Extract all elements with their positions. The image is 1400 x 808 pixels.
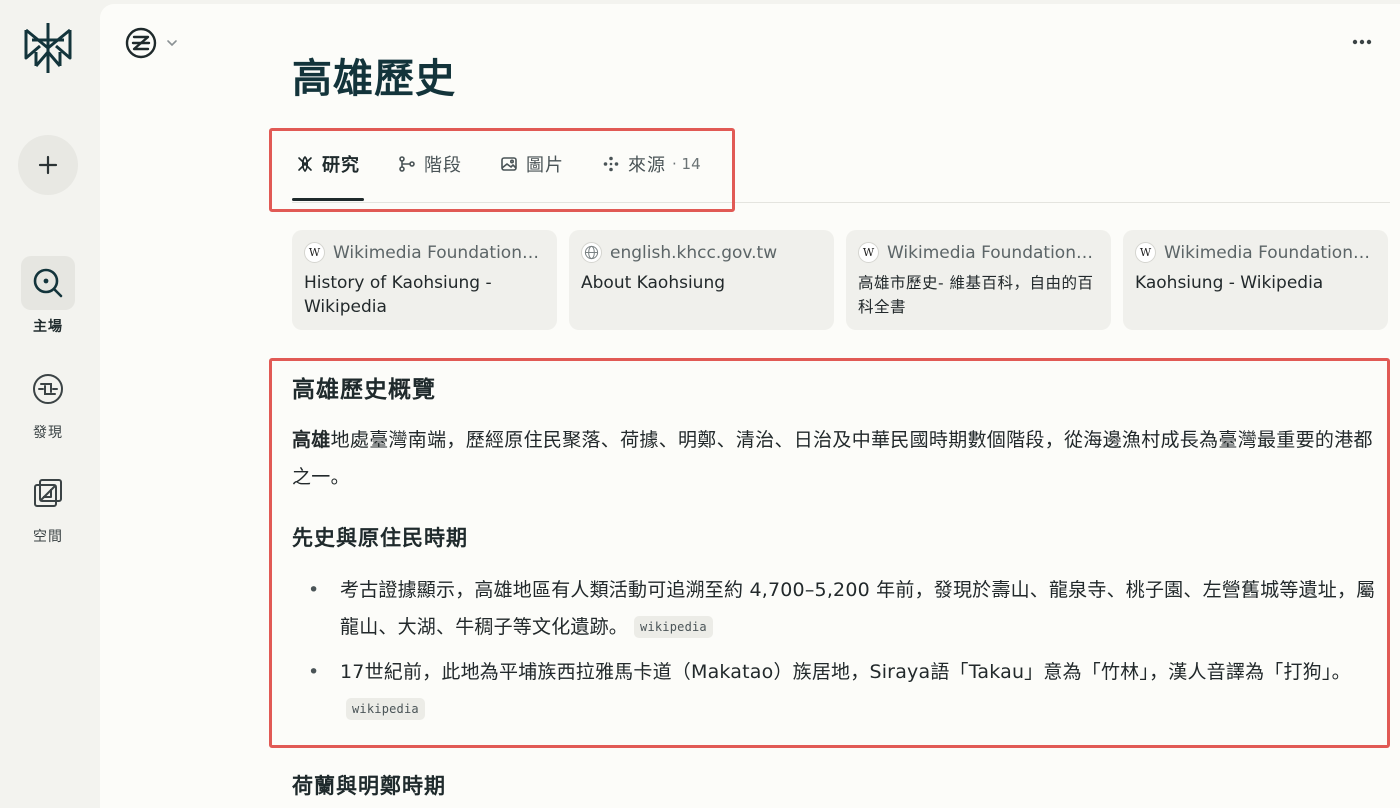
source-card[interactable]: W Wikimedia Foundation,... 高雄市歷史- 維基百科，自…: [846, 230, 1111, 330]
source-site: english.khcc.gov.tw: [610, 242, 778, 263]
plus-icon: [38, 155, 58, 175]
chevron-down-icon: [167, 40, 177, 47]
new-thread-button[interactable]: [18, 135, 78, 195]
perplexity-logo-icon[interactable]: [22, 20, 74, 76]
source-title: 高雄市歷史- 維基百科，自由的百科全書: [858, 274, 1094, 316]
nav-discover-label: 發現: [33, 425, 63, 441]
more-options-button[interactable]: [1352, 30, 1372, 49]
nav-home[interactable]: 主場: [0, 256, 96, 336]
highlight-box-content: [269, 358, 1390, 748]
nav-spaces-label: 空間: [33, 529, 63, 545]
source-site: Wikimedia Foundation,...: [1164, 242, 1374, 263]
source-card[interactable]: english.khcc.gov.tw About Kaohsiung: [569, 230, 834, 330]
source-site: Wikimedia Foundation,...: [887, 242, 1097, 263]
highlight-box-tabs: [269, 128, 735, 212]
app-window: 主場 發現 空間 高雄歷史 研究 階段 圖片 來源 · 14 W Wikimed…: [0, 0, 1400, 808]
discover-icon: [21, 362, 75, 416]
source-card[interactable]: W Wikimedia Foundation,... Kaohsiung - W…: [1123, 230, 1388, 330]
nav-discover[interactable]: 發現: [0, 362, 96, 442]
model-switcher[interactable]: [124, 26, 178, 60]
more-dots-icon: [1352, 39, 1372, 45]
source-title: History of Kaohsiung - Wikipedia: [304, 273, 492, 317]
left-rail: 主場 發現 空間: [0, 0, 100, 808]
section-heading-next: 荷蘭與明鄭時期: [292, 774, 446, 798]
model-logo-icon: [125, 27, 157, 59]
source-title: Kaohsiung - Wikipedia: [1135, 273, 1324, 293]
spaces-icon: [21, 466, 75, 520]
nav-spaces[interactable]: 空間: [0, 466, 96, 546]
wikipedia-icon: W: [858, 242, 879, 263]
nav-home-label: 主場: [33, 319, 63, 335]
wikipedia-icon: W: [1135, 242, 1156, 263]
globe-icon: [581, 242, 602, 263]
main-panel: 高雄歷史 研究 階段 圖片 來源 · 14 W Wikimedia Founda…: [100, 4, 1400, 808]
search-icon: [21, 256, 75, 310]
source-title: About Kaohsiung: [581, 273, 726, 293]
source-card[interactable]: W Wikimedia Foundation,... History of Ka…: [292, 230, 557, 330]
wikipedia-icon: W: [304, 242, 325, 263]
source-site: Wikimedia Foundation,...: [333, 242, 543, 263]
page-title: 高雄歷史: [292, 56, 456, 102]
source-cards: W Wikimedia Foundation,... History of Ka…: [292, 230, 1388, 330]
